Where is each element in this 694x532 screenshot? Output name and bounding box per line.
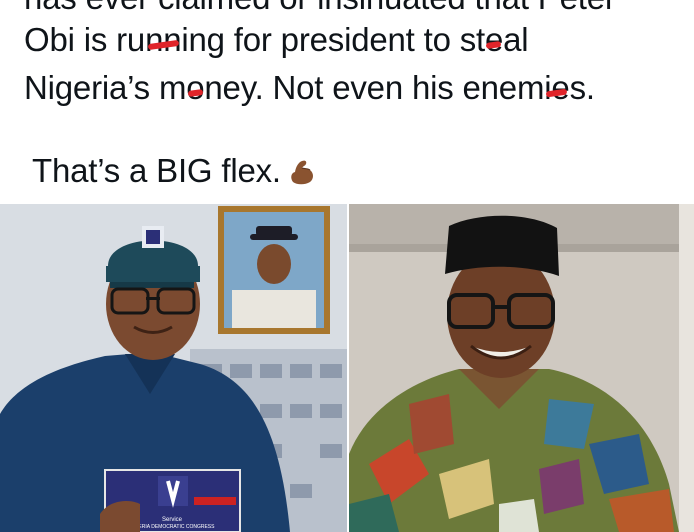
tweet-line: That’s a BIG flex. — [32, 151, 317, 191]
tweet-line: Nigeria’s money. Not even his enemies. — [24, 69, 595, 106]
redacted-letters: ie — [544, 69, 570, 106]
photo-right[interactable] — [349, 204, 694, 532]
flexed-biceps-emoji-icon — [291, 160, 313, 185]
tweet-line: Obi is running for president to steal — [24, 21, 529, 58]
badge-title: Service — [162, 517, 183, 523]
tweet-line: has ever claimed or insinuated that Pete… — [24, 0, 616, 18]
redacted-letters: e — [484, 21, 504, 58]
photo-right-illustration — [349, 204, 694, 532]
redacted-letters: nn — [145, 21, 182, 58]
image-gallery: Service NIGERIA DEMOCRATIC CONGRESS — [0, 204, 694, 532]
photo-left[interactable]: Service NIGERIA DEMOCRATIC CONGRESS — [0, 204, 347, 532]
badge-subtitle: NIGERIA DEMOCRATIC CONGRESS — [130, 524, 216, 530]
photo-left-illustration: Service NIGERIA DEMOCRATIC CONGRESS — [0, 204, 347, 532]
redacted-letters: o — [186, 69, 205, 106]
